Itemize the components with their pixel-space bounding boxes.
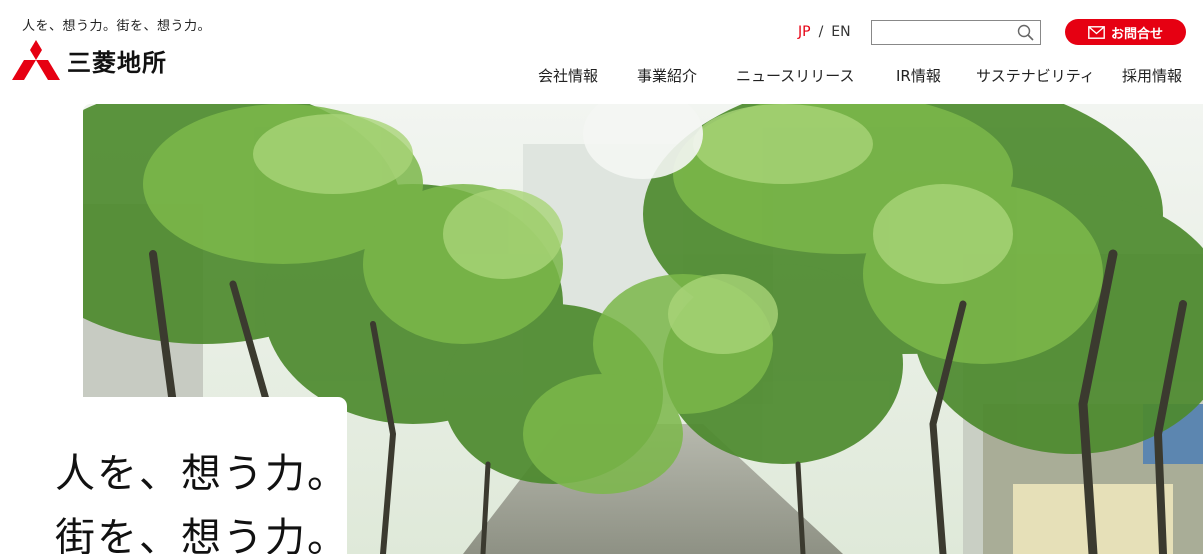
hero-copy-line-2: 街を、想う力。 xyxy=(55,515,349,554)
hero-copy-card: 人を、想う力。 街を、想う力。 xyxy=(0,397,347,554)
language-switcher: JP / EN xyxy=(798,24,851,40)
contact-label: お問合せ xyxy=(1110,26,1163,42)
nav-item-news[interactable]: ニュースリリース xyxy=(736,65,855,86)
nav-item-business[interactable]: 事業紹介 xyxy=(637,65,697,86)
search-box xyxy=(871,20,1041,45)
mail-icon xyxy=(1088,25,1105,39)
search-input[interactable] xyxy=(872,21,1012,44)
nav-item-ir[interactable]: IR情報 xyxy=(896,65,941,86)
hero-copy-line-1: 人を、想う力。 xyxy=(55,451,349,497)
global-nav: 会社情報 事業紹介 ニュースリリース IR情報 サステナビリティ 採用情報 xyxy=(0,65,1203,85)
nav-item-company[interactable]: 会社情報 xyxy=(538,65,598,86)
contact-button[interactable]: お問合せ xyxy=(1065,19,1186,45)
nav-item-sustainability[interactable]: サステナビリティ xyxy=(976,65,1095,86)
lang-en-link[interactable]: EN xyxy=(831,24,850,40)
search-icon[interactable] xyxy=(1017,24,1034,41)
lang-separator: / xyxy=(818,24,824,40)
nav-item-recruit[interactable]: 採用情報 xyxy=(1122,65,1182,86)
brand-tagline: 人を、想う力。街を、想う力。 xyxy=(22,19,212,34)
lang-jp-link[interactable]: JP xyxy=(798,24,811,40)
